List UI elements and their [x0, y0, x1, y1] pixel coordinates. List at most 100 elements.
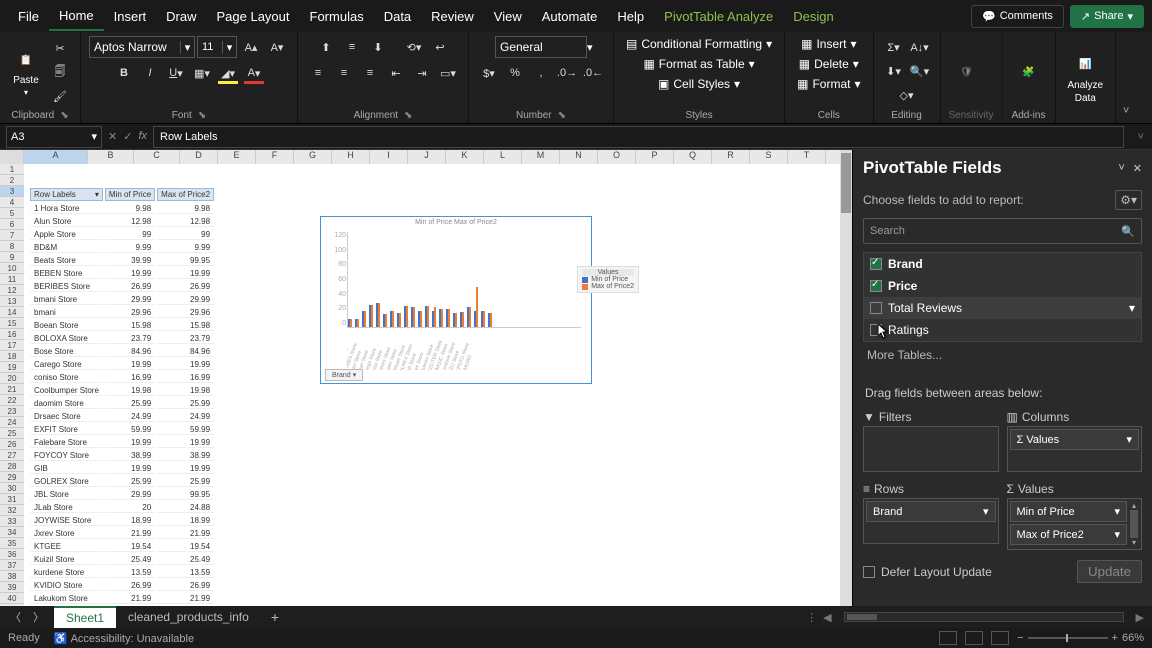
- clipboard-dialog-icon[interactable]: ⬊: [60, 110, 68, 121]
- columns-sigma-values-pill[interactable]: Σ Values▾: [1010, 429, 1140, 450]
- font-size-select[interactable]: 11▾: [197, 36, 237, 58]
- menu-page-layout[interactable]: Page Layout: [207, 3, 300, 30]
- percent-icon[interactable]: %: [503, 62, 527, 84]
- align-bottom-icon[interactable]: ⬇: [366, 36, 390, 58]
- increase-font-icon[interactable]: A▴: [239, 36, 263, 58]
- rows-area[interactable]: ≡Rows Brand▾: [863, 480, 999, 550]
- chart-brand-filter[interactable]: Brand▾: [325, 369, 363, 381]
- page-layout-view-icon[interactable]: [965, 631, 983, 645]
- zoom-slider[interactable]: [1028, 637, 1108, 639]
- scroll-left-icon[interactable]: ◀: [823, 611, 831, 624]
- formula-bar[interactable]: Row Labels: [153, 126, 1124, 148]
- format-as-table-button[interactable]: ▦Format as Table▾: [639, 56, 758, 72]
- menu-design[interactable]: Design: [783, 3, 843, 30]
- currency-icon[interactable]: $▾: [477, 62, 501, 84]
- field-total-reviews[interactable]: Total Reviews▾: [864, 297, 1141, 319]
- increase-indent-icon[interactable]: ⇥: [410, 62, 434, 84]
- align-center-icon[interactable]: ≡: [332, 62, 356, 84]
- zoom-out-icon[interactable]: −: [1017, 632, 1023, 644]
- menu-file[interactable]: File: [8, 3, 49, 30]
- fill-color-button[interactable]: ◢▾: [216, 62, 240, 84]
- scroll-right-icon[interactable]: ▶: [1136, 611, 1144, 624]
- add-sheet-button[interactable]: +: [261, 609, 289, 625]
- tab-split-icon[interactable]: ⋮: [806, 611, 817, 624]
- delete-cells-button[interactable]: ▦Delete▾: [795, 56, 863, 72]
- wrap-text-icon[interactable]: ↩: [428, 36, 452, 58]
- pivot-table[interactable]: Row Labels ▾ Min of Price Max of Price2 …: [28, 186, 216, 606]
- cancel-icon[interactable]: ✕: [108, 130, 117, 143]
- menu-data[interactable]: Data: [374, 3, 421, 30]
- font-color-button[interactable]: A▾: [242, 62, 266, 84]
- defer-checkbox[interactable]: [863, 566, 875, 578]
- sheet-tab-cleaned[interactable]: cleaned_products_info: [116, 607, 261, 627]
- columns-area[interactable]: ▥Columns Σ Values▾: [1007, 408, 1143, 472]
- menu-insert[interactable]: Insert: [104, 3, 157, 30]
- sort-filter-icon[interactable]: A↓▾: [908, 36, 932, 58]
- field-checkbox[interactable]: [870, 280, 882, 292]
- format-cells-button[interactable]: ▦Format▾: [793, 76, 864, 92]
- increase-decimal-icon[interactable]: .0→: [555, 62, 579, 84]
- zoom-in-icon[interactable]: +: [1112, 632, 1118, 644]
- sheet-tab-sheet1[interactable]: Sheet1: [54, 606, 116, 628]
- filters-area[interactable]: ▼Filters: [863, 408, 999, 472]
- menu-draw[interactable]: Draw: [156, 3, 206, 30]
- worksheet-grid[interactable]: ABCDEFGHIJKLMNOPQRST 1234567891011121314…: [0, 150, 852, 606]
- number-format-select[interactable]: General▾: [495, 36, 587, 58]
- zoom-level[interactable]: 66%: [1122, 632, 1144, 644]
- underline-button[interactable]: U▾: [164, 62, 188, 84]
- field-checkbox[interactable]: [870, 302, 882, 314]
- collapse-ribbon-icon[interactable]: ˅: [1116, 32, 1136, 123]
- align-middle-icon[interactable]: ≡: [340, 36, 364, 58]
- field-ratings[interactable]: Ratings: [864, 319, 1141, 341]
- number-dialog-icon[interactable]: ⬊: [558, 110, 566, 121]
- field-price[interactable]: Price: [864, 275, 1141, 297]
- cut-icon[interactable]: ✂: [48, 37, 72, 59]
- italic-button[interactable]: I: [138, 62, 162, 84]
- menu-help[interactable]: Help: [607, 3, 654, 30]
- orientation-icon[interactable]: ⟲▾: [402, 36, 426, 58]
- field-brand[interactable]: Brand: [864, 253, 1141, 275]
- rows-brand-pill[interactable]: Brand▾: [866, 501, 996, 522]
- find-icon[interactable]: 🔍▾: [908, 60, 932, 82]
- gear-icon[interactable]: ⚙▾: [1115, 190, 1142, 210]
- format-painter-icon[interactable]: 🖌: [48, 85, 72, 107]
- update-button[interactable]: Update: [1077, 560, 1142, 583]
- clear-icon[interactable]: ◇▾: [895, 84, 919, 106]
- filter-dropdown-icon[interactable]: ▾: [95, 190, 99, 199]
- fill-icon[interactable]: ⬇▾: [882, 60, 906, 82]
- prev-sheet-icon[interactable]: 〈: [10, 609, 21, 625]
- values-max-price-pill[interactable]: Max of Price2▾: [1010, 524, 1128, 545]
- accessibility-status[interactable]: ♿ Accessibility: Unavailable: [54, 632, 194, 645]
- normal-view-icon[interactable]: [939, 631, 957, 645]
- font-name-select[interactable]: Aptos Narrow▾: [89, 36, 195, 58]
- field-checkbox[interactable]: [870, 258, 882, 270]
- menu-pivottable-analyze[interactable]: PivotTable Analyze: [654, 3, 783, 30]
- align-left-icon[interactable]: ≡: [306, 62, 330, 84]
- fx-icon[interactable]: fx: [138, 130, 147, 143]
- conditional-formatting-button[interactable]: ▤Conditional Formatting▾: [622, 36, 776, 52]
- comma-icon[interactable]: ,: [529, 62, 553, 84]
- more-tables-link[interactable]: More Tables...: [853, 342, 1152, 368]
- page-break-view-icon[interactable]: [991, 631, 1009, 645]
- addins-button[interactable]: 🧩: [1011, 57, 1047, 87]
- field-checkbox[interactable]: [870, 324, 882, 336]
- name-box[interactable]: A3▾: [6, 126, 102, 148]
- vertical-scrollbar[interactable]: [840, 150, 852, 606]
- search-fields-input[interactable]: Search🔍: [863, 218, 1142, 244]
- chevron-down-icon[interactable]: ˅: [1118, 162, 1124, 175]
- cell-styles-button[interactable]: ▣Cell Styles▾: [654, 76, 744, 92]
- decrease-font-icon[interactable]: A▾: [265, 36, 289, 58]
- bold-button[interactable]: B: [112, 62, 136, 84]
- values-scrollbar[interactable]: ▴▾: [1129, 501, 1139, 547]
- menu-review[interactable]: Review: [421, 3, 484, 30]
- align-top-icon[interactable]: ⬆: [314, 36, 338, 58]
- next-sheet-icon[interactable]: 〉: [33, 609, 44, 625]
- horizontal-scrollbar[interactable]: [844, 612, 1124, 622]
- align-right-icon[interactable]: ≡: [358, 62, 382, 84]
- paste-button[interactable]: 📋 Paste ▾: [8, 45, 44, 99]
- chevron-down-icon[interactable]: ▾: [1129, 301, 1135, 315]
- close-icon[interactable]: ✕: [1133, 162, 1142, 175]
- confirm-icon[interactable]: ✓: [123, 130, 132, 143]
- menu-home[interactable]: Home: [49, 2, 104, 31]
- decrease-decimal-icon[interactable]: .0←: [581, 62, 605, 84]
